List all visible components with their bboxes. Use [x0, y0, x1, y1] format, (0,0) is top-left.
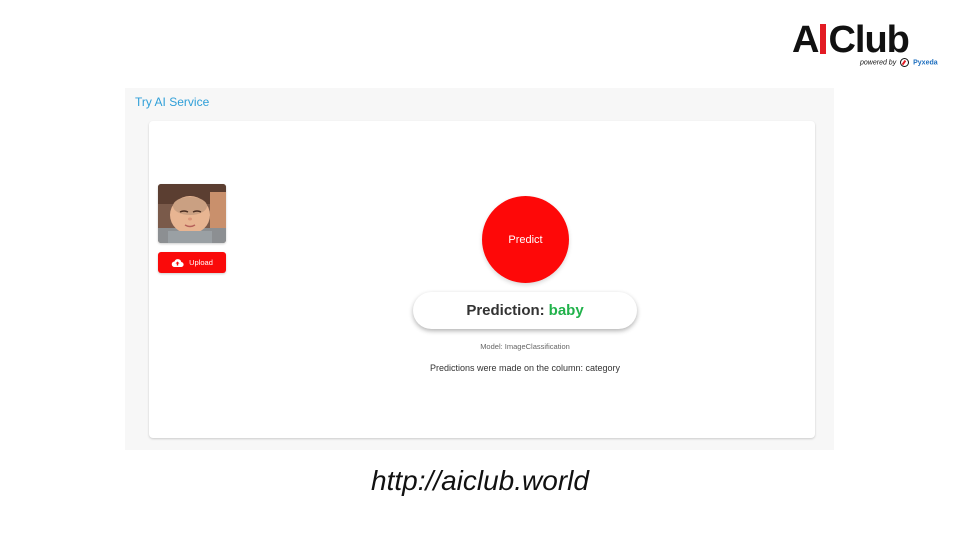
service-card: Upload Predict Prediction: baby Model: I… [149, 121, 815, 438]
logo-red-bar [820, 24, 827, 54]
prediction-label: Prediction: [466, 302, 545, 319]
upload-button[interactable]: Upload [158, 252, 226, 273]
aiclub-logo: A Club powered by Pyxeda [790, 18, 940, 68]
logo-powered-by: powered by Pyxeda [860, 58, 938, 67]
powered-by-text: powered by [860, 59, 897, 67]
panel-title: Try AI Service [135, 95, 210, 109]
prediction-result: Prediction: baby [413, 292, 637, 329]
logo-suffix: Club [828, 19, 909, 61]
cloud-upload-icon [171, 258, 184, 267]
prediction-value: baby [548, 302, 584, 319]
model-info: Model: ImageClassification [480, 342, 570, 351]
baby-photo [158, 184, 226, 243]
pyxeda-icon [900, 58, 910, 67]
logo-wordmark: A Club [792, 18, 910, 62]
uploaded-image-thumbnail [158, 184, 226, 243]
ai-service-panel: Try AI Service Upload Predict Prediction… [125, 88, 834, 450]
predict-button[interactable]: Predict [482, 196, 569, 283]
column-info: Predictions were made on the column: cat… [429, 363, 621, 373]
predict-label: Predict [508, 233, 543, 246]
footer-url: http://aiclub.world [371, 465, 589, 496]
upload-label: Upload [189, 258, 213, 267]
pyxeda-text: Pyxeda [913, 59, 938, 67]
logo-prefix: A [792, 19, 819, 61]
